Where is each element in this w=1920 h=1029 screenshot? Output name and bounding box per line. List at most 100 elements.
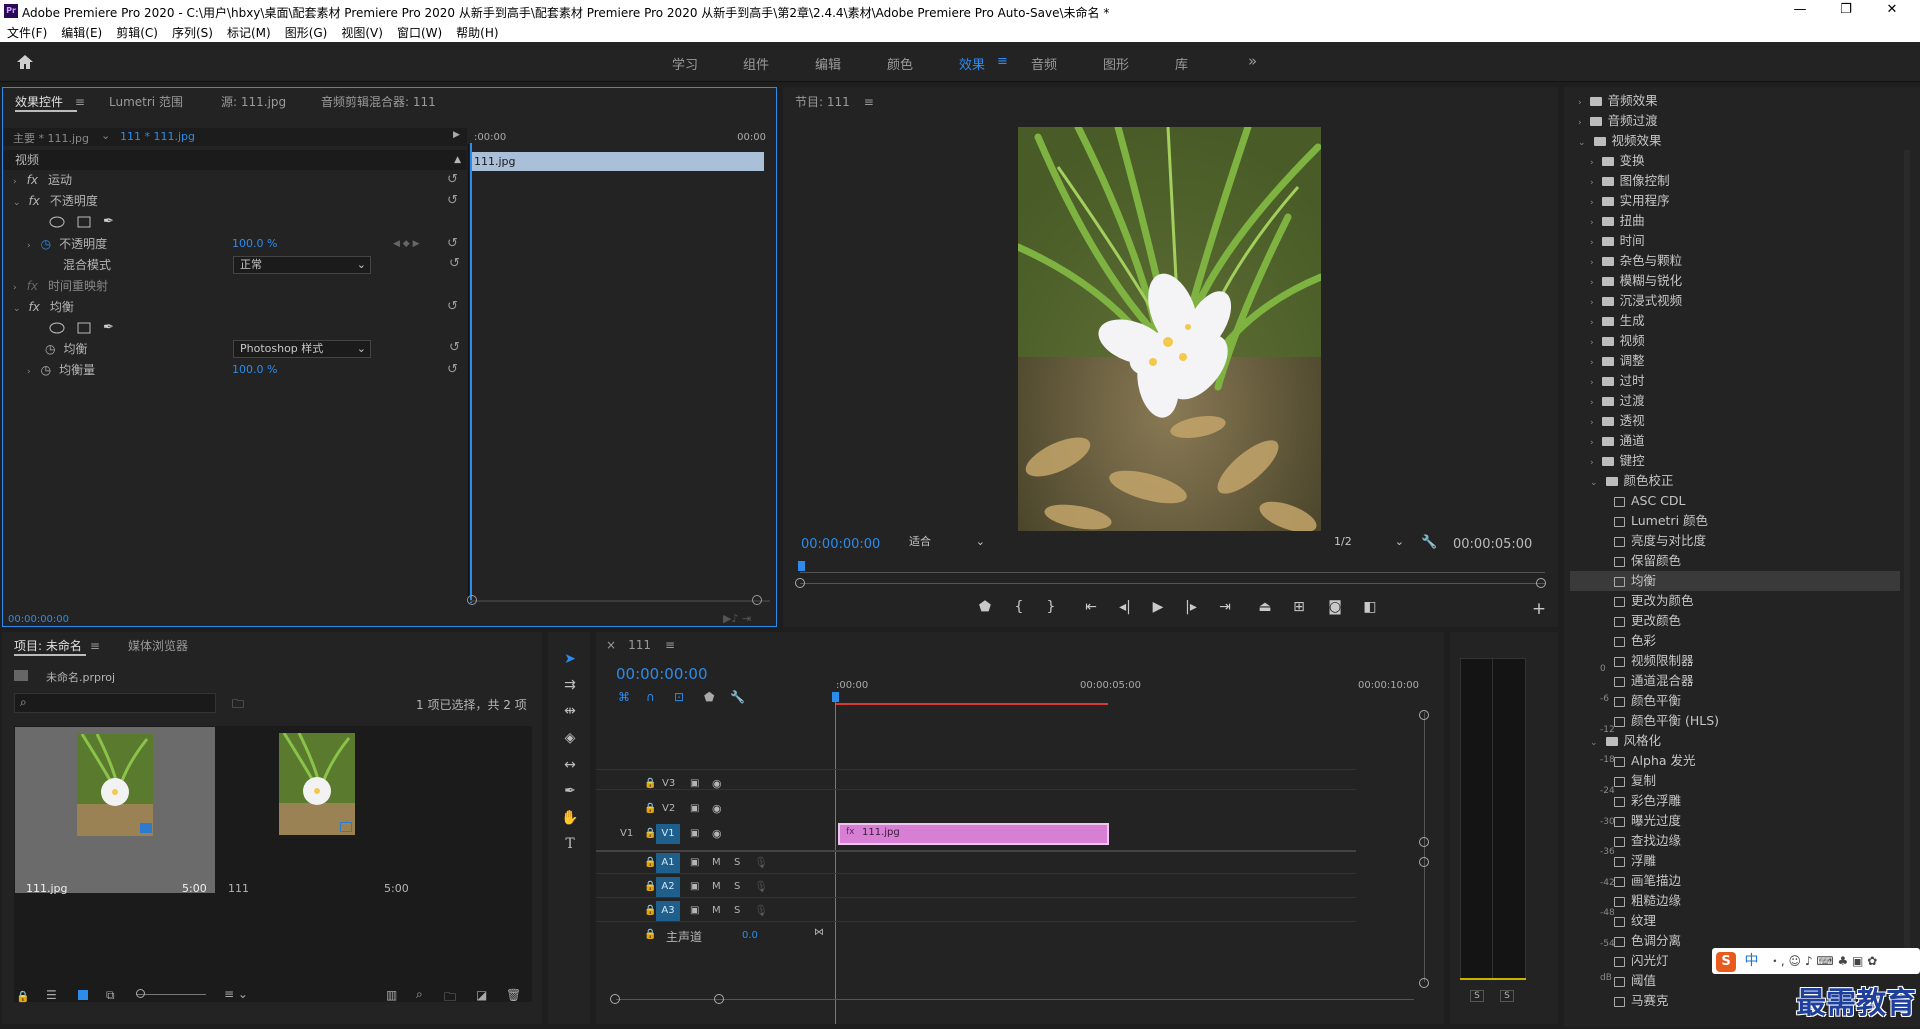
go-to-in-icon[interactable]: ⋈ — [814, 927, 824, 938]
minimize-button[interactable]: — — [1780, 2, 1820, 20]
menu-sequence[interactable]: 序列(S) — [165, 22, 220, 41]
step-back-button[interactable]: ◂| — [1113, 599, 1137, 615]
new-bin-icon[interactable]: 🗀 — [232, 695, 244, 716]
eye-icon[interactable]: ◉ — [712, 777, 722, 790]
slip-tool-icon[interactable]: ↔ — [558, 757, 582, 779]
rectangle-mask-icon[interactable] — [77, 322, 91, 337]
workspace-color[interactable]: 颜色 — [887, 54, 913, 73]
mark-out-button[interactable]: } — [1039, 599, 1063, 615]
effect-folder[interactable]: › 变换 — [1570, 151, 1900, 171]
solo-button[interactable]: S — [734, 881, 740, 892]
opacity-param-row[interactable]: › ◷ 不透明度 100.0 % ◀ ◆ ▶ ↺ — [3, 234, 467, 254]
program-time-ruler[interactable] — [800, 563, 1545, 573]
sort-icon[interactable]: ≡ ⌄ — [224, 987, 248, 1001]
microphone-icon[interactable]: 🎙 — [754, 856, 768, 869]
sync-lock-icon[interactable]: ▣ — [690, 778, 699, 789]
lock-icon[interactable]: 🔒 — [644, 929, 656, 940]
mute-button[interactable]: M — [712, 857, 721, 868]
reset-icon[interactable]: ↺ — [447, 360, 458, 380]
chevron-right-icon[interactable]: › — [1590, 458, 1594, 468]
effect-folder[interactable]: › 扭曲 — [1570, 211, 1900, 231]
hand-tool-icon[interactable]: ✋ — [558, 810, 582, 832]
effect-folder[interactable]: › 沉浸式视频 — [1570, 291, 1900, 311]
ec-clip-bar[interactable]: 111.jpg — [470, 152, 764, 171]
chevron-right-icon[interactable]: › — [1590, 438, 1594, 448]
equalize-amount-row[interactable]: › ◷ 均衡量 100.0 % ↺ — [3, 360, 467, 380]
effect-folder[interactable]: › 视频 — [1570, 331, 1900, 351]
program-monitor-title[interactable]: 节目: 111 ≡ — [795, 93, 874, 117]
camera-icon[interactable]: ◙ — [1323, 599, 1347, 615]
workspace-menu-icon[interactable]: ≡ — [997, 54, 1008, 69]
timeline-playhead[interactable] — [835, 692, 836, 1024]
selection-tool-icon[interactable]: ➤ — [558, 651, 582, 673]
eye-icon[interactable]: ◉ — [712, 827, 722, 840]
workspace-learn[interactable]: 学习 — [672, 54, 698, 73]
ec-zoom-scrollbar[interactable] — [470, 600, 770, 602]
ellipse-mask-icon[interactable] — [49, 216, 65, 231]
timeline-clip[interactable]: fx 111.jpg — [838, 823, 1109, 845]
effect-item[interactable]: 查找边缘 — [1570, 831, 1900, 851]
solo-left-button[interactable]: S — [1470, 990, 1484, 1002]
effect-item[interactable]: 彩色浮雕 — [1570, 791, 1900, 811]
chevron-right-icon[interactable]: › — [1590, 238, 1594, 248]
tab-project[interactable]: 项目: 未命名 ≡ — [14, 637, 100, 661]
menu-file[interactable]: 文件(F) — [0, 22, 54, 41]
zoom-fit-select[interactable]: 适合 ⌄ — [903, 534, 989, 552]
effect-item[interactable]: 保留颜色 — [1570, 551, 1900, 571]
lock-icon[interactable]: 🔒 — [644, 803, 656, 814]
vertical-scrollbar[interactable] — [1424, 712, 1425, 982]
reset-icon[interactable]: ↺ — [447, 170, 458, 190]
effect-folder[interactable]: › 实用程序 — [1570, 191, 1900, 211]
new-bin-icon[interactable]: 🗀 — [444, 988, 456, 1009]
blend-mode-select[interactable]: 正常 ⌄ — [233, 256, 371, 274]
effect-folder[interactable]: › 调整 — [1570, 351, 1900, 371]
program-playhead[interactable] — [798, 561, 805, 571]
effect-item[interactable]: 更改为颜色 — [1570, 591, 1900, 611]
effect-item-selected[interactable]: 均衡 — [1570, 571, 1900, 591]
effect-folder[interactable]: › 过时 — [1570, 371, 1900, 391]
horizontal-scrollbar[interactable] — [616, 999, 1414, 1000]
pen-mask-icon[interactable]: ✒ — [103, 214, 114, 229]
track-label-v2[interactable]: V2 — [662, 803, 675, 814]
sequence-clip-label[interactable]: 111 * 111.jpg — [120, 130, 195, 143]
automate-to-sequence-icon[interactable]: ▥ — [386, 988, 397, 1002]
equalize-style-select[interactable]: Photoshop 样式 ⌄ — [233, 340, 371, 358]
effect-item[interactable]: 亮度与对比度 — [1570, 531, 1900, 551]
motion-effect-row[interactable]: › fx 运动 ↺ — [3, 170, 467, 190]
workspace-audio[interactable]: 音频 — [1031, 54, 1057, 73]
nest-sequence-icon[interactable]: ⌘ — [618, 690, 630, 704]
effect-folder[interactable]: ⌄ 颜色校正 — [1570, 471, 1900, 491]
chevron-right-icon[interactable]: › — [1590, 298, 1594, 308]
workspace-graphics[interactable]: 图形 — [1103, 54, 1129, 73]
effect-folder[interactable]: › 透视 — [1570, 411, 1900, 431]
step-forward-button[interactable]: |▸ — [1179, 599, 1203, 615]
track-label-v1[interactable]: V1 — [656, 824, 680, 844]
chevron-right-icon[interactable]: › — [1590, 258, 1594, 268]
tab-lumetri-scopes[interactable]: Lumetri 范围 — [109, 93, 183, 117]
effect-folder[interactable]: › 音频过渡 — [1570, 111, 1900, 131]
project-item-name[interactable]: 111.jpg — [26, 882, 68, 895]
solo-right-button[interactable]: S — [1500, 990, 1514, 1002]
project-sequence-name[interactable]: 111 — [228, 882, 249, 895]
opacity-value[interactable]: 100.0 % — [232, 234, 277, 254]
effect-item[interactable]: ASC CDL — [1570, 491, 1900, 511]
effect-item[interactable]: Alpha 发光 — [1570, 751, 1900, 771]
effect-item[interactable]: Lumetri 颜色 — [1570, 511, 1900, 531]
chevron-right-icon[interactable]: › — [1590, 178, 1594, 188]
icon-view-icon[interactable] — [78, 990, 88, 1000]
effect-item[interactable]: 阈值 — [1570, 971, 1900, 991]
lock-icon[interactable]: 🔒 — [644, 905, 656, 916]
timeline-tab[interactable]: × 111 ≡ — [606, 638, 675, 662]
mute-button[interactable]: M — [712, 905, 721, 916]
add-marker-button[interactable]: ⬟ — [973, 599, 997, 615]
project-search-input[interactable]: ⌕ — [14, 693, 216, 713]
effect-folder[interactable]: › 图像控制 — [1570, 171, 1900, 191]
chevron-right-icon[interactable]: › — [1590, 398, 1594, 408]
sync-lock-icon[interactable]: ▣ — [690, 905, 699, 916]
effect-folder[interactable]: › 模糊与锐化 — [1570, 271, 1900, 291]
play-only-audio-icon[interactable]: ▶ — [453, 130, 460, 140]
trash-icon[interactable]: 🗑 — [506, 988, 521, 1002]
ellipse-mask-icon[interactable] — [49, 322, 65, 337]
stopwatch-icon[interactable]: ◷ — [41, 237, 51, 251]
pen-mask-icon[interactable]: ✒ — [103, 320, 114, 335]
